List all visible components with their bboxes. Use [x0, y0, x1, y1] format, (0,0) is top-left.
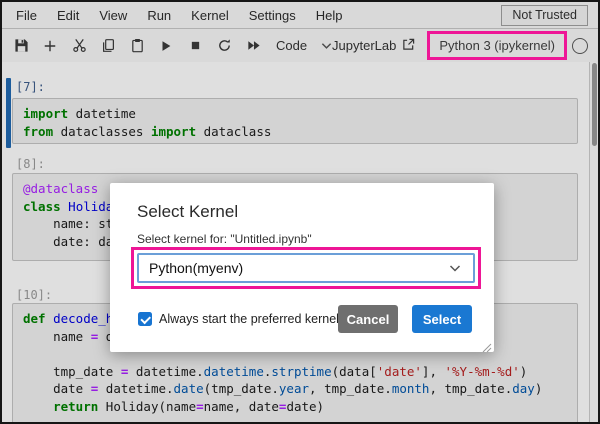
chevron-down-icon: [449, 260, 461, 276]
chevron-down-icon: [321, 38, 332, 53]
scrollbar-thumb[interactable]: [591, 63, 597, 146]
add-cell-icon[interactable]: [41, 34, 59, 58]
restart-kernel-icon[interactable]: [215, 34, 233, 58]
always-start-checkbox[interactable]: [138, 312, 152, 326]
active-cell-indicator: [6, 78, 11, 148]
dialog-title: Select Kernel: [137, 202, 239, 221]
dialog-select-kernel-label: Select kernel for: "Untitled.ipynb": [137, 232, 312, 246]
cell-prompt: [10]:: [16, 288, 53, 302]
save-icon[interactable]: [12, 34, 30, 58]
kernel-name-button[interactable]: Python 3 (ipykernel): [439, 38, 555, 53]
select-kernel-dialog: Select Kernel Select kernel for: "Untitl…: [110, 183, 494, 353]
dialog-footer: Always start the preferred kernel Cancel…: [138, 305, 472, 333]
not-trusted-button[interactable]: Not Trusted: [501, 4, 588, 26]
cut-cell-icon[interactable]: [70, 34, 88, 58]
interrupt-kernel-icon[interactable]: [186, 34, 204, 58]
paste-cell-icon[interactable]: [128, 34, 146, 58]
external-link-icon: [402, 38, 415, 54]
menubar-items: File Edit View Run Kernel Settings Help: [6, 8, 352, 23]
cell-prompt: [7]:: [16, 80, 45, 94]
kernel-name-annotation-box: Python 3 (ipykernel): [427, 31, 567, 60]
menu-view[interactable]: View: [89, 8, 137, 23]
menu-file[interactable]: File: [6, 8, 47, 23]
cell-prompt: [8]:: [16, 157, 45, 171]
restart-run-all-icon[interactable]: [244, 34, 262, 58]
select-button[interactable]: Select: [412, 305, 472, 333]
menu-help[interactable]: Help: [306, 8, 353, 23]
vertical-scrollbar: [589, 62, 598, 422]
cancel-button[interactable]: Cancel: [338, 305, 398, 333]
jupyterlab-link-label: JupyterLab: [332, 38, 397, 53]
cell-type-value: Code: [276, 38, 308, 53]
toolbar: Code JupyterLab Python 3 (ipykernel): [2, 29, 598, 63]
menu-settings[interactable]: Settings: [239, 8, 306, 23]
kernel-select-value: Python(myenv): [149, 260, 244, 276]
menu-run[interactable]: Run: [137, 8, 181, 23]
cell-type-dropdown[interactable]: Code: [276, 38, 332, 53]
toolbar-icons: [12, 34, 262, 58]
menubar: File Edit View Run Kernel Settings Help Not Tr…: [2, 2, 598, 29]
run-icon[interactable]: [157, 34, 175, 58]
jupyterlab-link[interactable]: JupyterLab: [332, 38, 415, 54]
cell-editor[interactable]: import datetime from dataclasses import d…: [12, 98, 578, 144]
kernel-status-indicator-icon: [572, 37, 588, 54]
menu-kernel[interactable]: Kernel: [181, 8, 239, 23]
always-start-checkbox-label: Always start the preferred kernel: [159, 312, 339, 326]
jupyter-notebook-window: File Edit View Run Kernel Settings Help Not Tr…: [0, 0, 600, 424]
menu-edit[interactable]: Edit: [47, 8, 89, 23]
dialog-resize-handle[interactable]: [482, 340, 492, 353]
copy-cell-icon[interactable]: [99, 34, 117, 58]
kernel-select[interactable]: Python(myenv): [137, 253, 475, 283]
kernel-dropdown-annotation-box: Python(myenv): [131, 247, 481, 289]
